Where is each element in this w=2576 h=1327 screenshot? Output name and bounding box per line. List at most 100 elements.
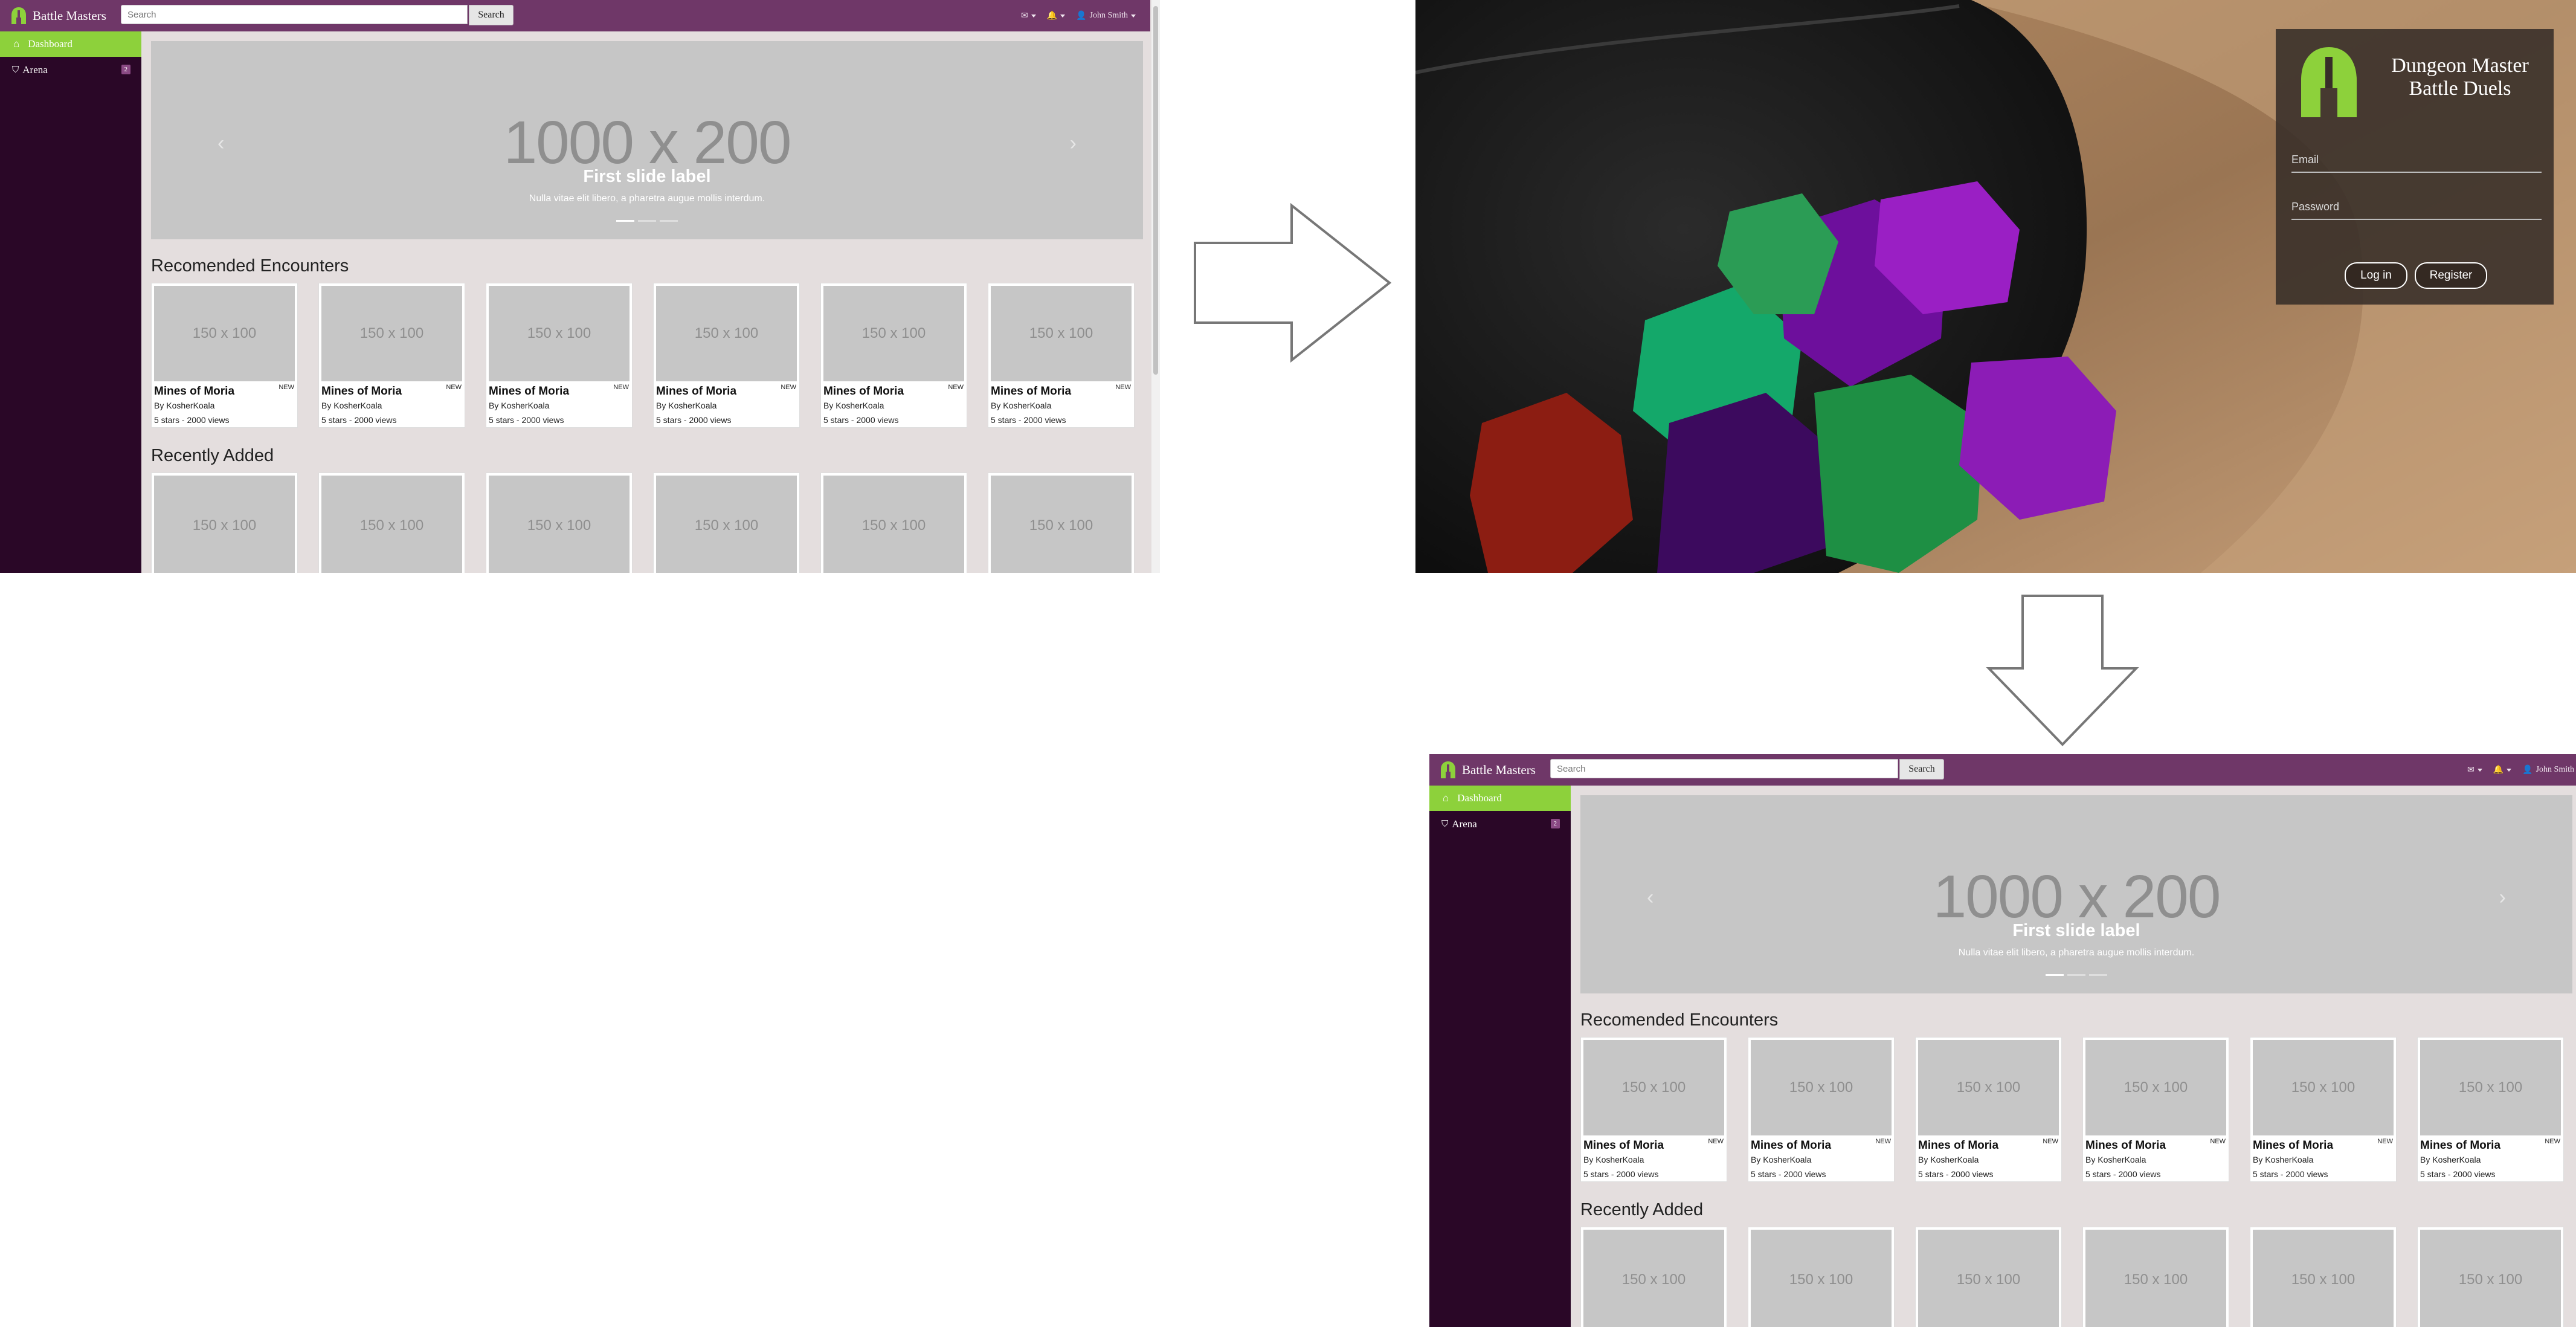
- encounter-card[interactable]: 150 x 100 Mines of Moria NEW By KosherKoala…: [1580, 1037, 1727, 1182]
- card-author: By KosherKoala: [1583, 1155, 1644, 1164]
- card-stats: 5 stars - 2000 views: [823, 415, 899, 425]
- carousel-placeholder-size: 1000 x 200: [503, 109, 792, 176]
- helmet-icon: ⛉: [12, 65, 19, 75]
- encounter-card[interactable]: 150 x 100 Mines of Moria NEW By KosherKoala…: [1748, 1037, 1895, 1182]
- new-badge: NEW: [2377, 1138, 2393, 1145]
- user-dropdown[interactable]: 👤 John Smith: [1076, 11, 1136, 21]
- search-input[interactable]: [1550, 759, 1898, 778]
- user-dropdown[interactable]: 👤 John Smith: [2522, 765, 2576, 775]
- recent-cards: 150 x 100 150 x 100 150 x 100 150 x 100 …: [1580, 1227, 2564, 1327]
- card-author: By KosherKoala: [823, 401, 884, 410]
- search-input[interactable]: [121, 5, 468, 24]
- card-author: By KosherKoala: [2253, 1155, 2314, 1164]
- carousel-next-button[interactable]: ›: [2499, 886, 2506, 909]
- main-content: 1000 x 200 First slide label Nulla vitae…: [1571, 786, 2576, 1327]
- arena-badge: 2: [121, 65, 130, 74]
- encounter-card[interactable]: 150 x 100: [988, 473, 1135, 573]
- new-badge: NEW: [781, 384, 796, 391]
- card-thumbnail: 150 x 100: [2253, 1230, 2394, 1327]
- chevron-down-icon: [1131, 14, 1136, 18]
- register-button[interactable]: Register: [2415, 262, 2487, 289]
- card-name: Mines of Moria: [489, 385, 570, 398]
- new-badge: NEW: [446, 384, 462, 391]
- search-button[interactable]: Search: [469, 5, 514, 25]
- helmet-logo-icon: [2301, 47, 2357, 117]
- carousel-prev-button[interactable]: ‹: [217, 132, 224, 155]
- encounter-card[interactable]: 150 x 100: [2082, 1227, 2229, 1327]
- card-thumbnail: 150 x 100: [2085, 1040, 2226, 1135]
- encounter-card[interactable]: 150 x 100 Mines of Moria NEW By KosherKoala…: [2082, 1037, 2229, 1182]
- card-name: Mines of Moria: [1583, 1139, 1664, 1152]
- encounter-card[interactable]: 150 x 100: [1580, 1227, 1727, 1327]
- nav-right: ✉ 🔔 👤 John Smith: [2467, 754, 2576, 786]
- card-name: Mines of Moria: [1751, 1139, 1832, 1152]
- card-name: Mines of Moria: [2085, 1139, 2166, 1152]
- recent-cards: 150 x 100 150 x 100 150 x 100 150 x 100 …: [151, 473, 1135, 573]
- card-thumbnail: 150 x 100: [2253, 1040, 2394, 1135]
- card-stats: 5 stars - 2000 views: [2253, 1169, 2328, 1179]
- encounter-card[interactable]: 150 x 100: [653, 473, 800, 573]
- carousel-indicator[interactable]: [2046, 974, 2064, 976]
- encounter-card[interactable]: 150 x 100: [1915, 1227, 2062, 1327]
- email-field[interactable]: Email: [2291, 153, 2542, 173]
- sidebar: ⌂ Dashboard ⛉ Arena 2: [0, 31, 141, 573]
- carousel-indicators[interactable]: [151, 220, 1143, 222]
- search-button[interactable]: Search: [1899, 759, 1944, 780]
- sidebar-item-dashboard[interactable]: ⌂ Dashboard: [0, 31, 141, 57]
- carousel-indicators[interactable]: [1580, 974, 2572, 976]
- main-content: 1000 x 200 First slide label Nulla vitae…: [141, 31, 1150, 573]
- encounter-card[interactable]: 150 x 100: [2417, 1227, 2564, 1327]
- brand[interactable]: Battle Masters: [1440, 754, 1536, 786]
- carousel-indicator[interactable]: [660, 220, 678, 222]
- sidebar-item-dashboard[interactable]: ⌂ Dashboard: [1429, 786, 1571, 811]
- card-stats: 5 stars - 2000 views: [2420, 1169, 2496, 1179]
- carousel-prev-button[interactable]: ‹: [1647, 886, 1653, 909]
- encounter-card[interactable]: 150 x 100 Mines of Moria NEW By KosherKoala…: [486, 283, 633, 428]
- encounter-card[interactable]: 150 x 100: [151, 473, 298, 573]
- encounter-card[interactable]: 150 x 100 Mines of Moria NEW By KosherKoala…: [2417, 1037, 2564, 1182]
- card-author: By KosherKoala: [1918, 1155, 1979, 1164]
- encounter-card[interactable]: 150 x 100: [318, 473, 465, 573]
- encounter-card[interactable]: 150 x 100: [1748, 1227, 1895, 1327]
- card-author: By KosherKoala: [656, 401, 717, 410]
- user-name: John Smith: [1089, 11, 1128, 20]
- login-screen-photo: Dungeon Master Battle Duels Email Passwor…: [1415, 0, 2576, 573]
- carousel-indicator[interactable]: [2067, 974, 2085, 976]
- encounter-card[interactable]: 150 x 100 Mines of Moria NEW By KosherKoala…: [653, 283, 800, 428]
- sidebar-item-arena[interactable]: ⛉ Arena 2: [1429, 812, 1571, 836]
- nav-right: ✉ 🔔 👤 John Smith: [1021, 0, 1136, 31]
- chevron-down-icon: [2477, 768, 2482, 772]
- encounter-card[interactable]: 150 x 100: [820, 473, 967, 573]
- mail-dropdown[interactable]: ✉: [2467, 765, 2482, 775]
- card-name: Mines of Moria: [154, 385, 235, 398]
- encounter-card[interactable]: 150 x 100: [486, 473, 633, 573]
- encounter-card[interactable]: 150 x 100 Mines of Moria NEW By KosherKoala…: [151, 283, 298, 428]
- sidebar-item-arena[interactable]: ⛉ Arena 2: [0, 58, 141, 82]
- carousel-indicator[interactable]: [616, 220, 634, 222]
- card-thumbnail: 150 x 100: [2420, 1040, 2561, 1135]
- encounter-card[interactable]: 150 x 100 Mines of Moria NEW By KosherKoala…: [2250, 1037, 2397, 1182]
- encounter-card[interactable]: 150 x 100 Mines of Moria NEW By KosherKoala…: [820, 283, 967, 428]
- carousel-next-button[interactable]: ›: [1070, 132, 1077, 155]
- carousel-caption: First slide label: [583, 167, 711, 186]
- password-field[interactable]: Password: [2291, 201, 2542, 220]
- encounter-card[interactable]: 150 x 100: [2250, 1227, 2397, 1327]
- login-button[interactable]: Log in: [2345, 262, 2407, 289]
- carousel-indicator[interactable]: [638, 220, 656, 222]
- scrollbar-thumb[interactable]: [1153, 6, 1158, 375]
- encounter-card[interactable]: 150 x 100 Mines of Moria NEW By KosherKoala…: [318, 283, 465, 428]
- notifications-dropdown[interactable]: 🔔: [2493, 765, 2512, 775]
- card-author: By KosherKoala: [321, 401, 382, 410]
- encounter-card[interactable]: 150 x 100 Mines of Moria NEW By KosherKoala…: [988, 283, 1135, 428]
- mail-dropdown[interactable]: ✉: [1021, 11, 1036, 21]
- notifications-dropdown[interactable]: 🔔: [1047, 11, 1066, 21]
- new-badge: NEW: [1708, 1138, 1724, 1145]
- encounter-card[interactable]: 150 x 100 Mines of Moria NEW By KosherKoala…: [1915, 1037, 2062, 1182]
- carousel-indicator[interactable]: [2089, 974, 2107, 976]
- brand[interactable]: Battle Masters: [11, 0, 106, 31]
- scrollbar[interactable]: [1151, 0, 1160, 573]
- sidebar: ⌂ Dashboard ⛉ Arena 2: [1429, 786, 1571, 1327]
- login-title-line1: Dungeon Master: [2391, 54, 2529, 77]
- carousel: 1000 x 200 First slide label Nulla vitae…: [151, 41, 1143, 239]
- card-thumbnail: 150 x 100: [823, 286, 964, 381]
